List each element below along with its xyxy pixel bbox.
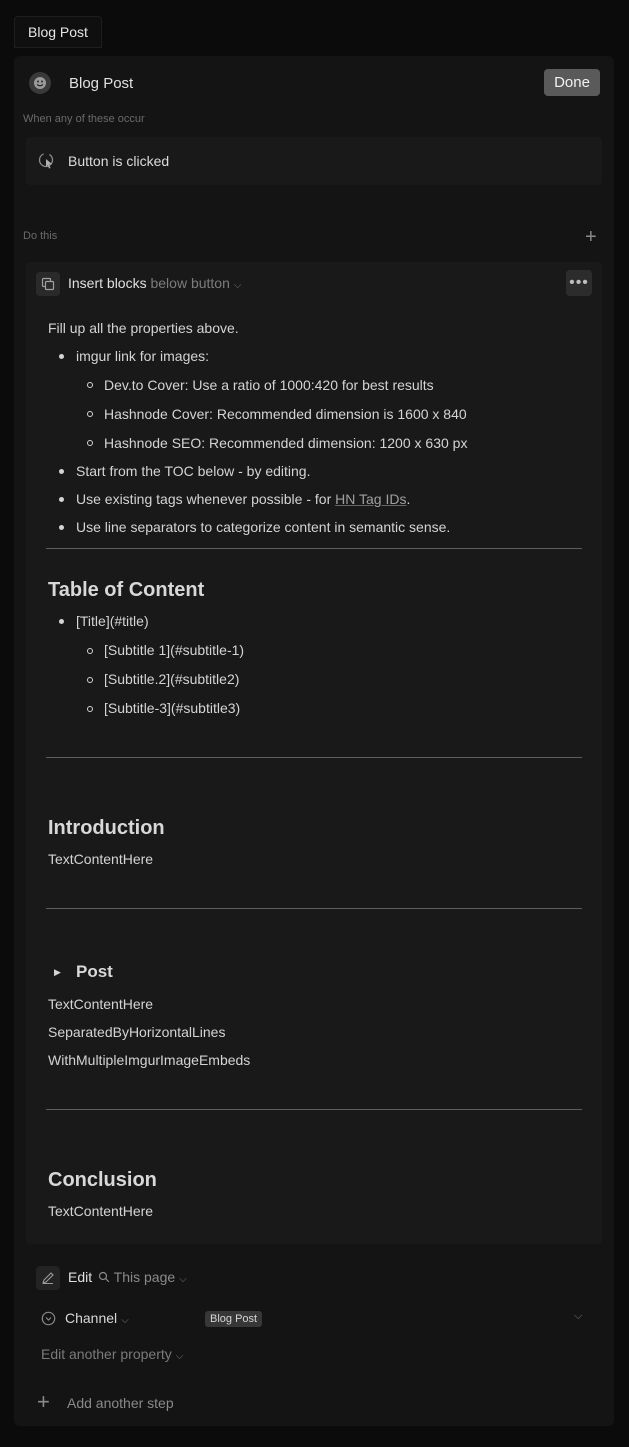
bullet-dot	[59, 619, 64, 624]
bullet-hashnode-seo: Hashnode SEO: Recommended dimension: 120…	[104, 435, 468, 451]
bullet-toc: Start from the TOC below - by editing.	[76, 463, 311, 479]
search-icon	[98, 1271, 110, 1283]
bullet-dot	[59, 469, 64, 474]
bullet-tags-suffix: .	[406, 491, 411, 507]
insert-position-value: below button	[150, 275, 230, 291]
more-options-icon[interactable]: •••	[566, 270, 592, 296]
trigger-button-clicked[interactable]: Button is clicked	[68, 153, 169, 169]
edit-pencil-icon	[36, 1266, 60, 1290]
toggle-triangle-icon[interactable]: ▶	[54, 967, 61, 978]
divider	[46, 908, 582, 909]
bullet-ring	[87, 382, 93, 388]
post-line-3: WithMultipleImgurImageEmbeds	[48, 1052, 251, 1068]
hn-tag-ids-link[interactable]: HN Tag IDs	[335, 491, 406, 507]
edit-action-label: Edit This page ⌵	[68, 1269, 187, 1285]
plus-icon[interactable]: +	[37, 1391, 50, 1413]
toc-subtitle-1: [Subtitle 1](#subtitle-1)	[104, 642, 245, 658]
toc-heading: Table of Content	[48, 579, 205, 601]
bullet-ring	[87, 440, 93, 446]
actions-section-label: Do this	[23, 230, 58, 242]
chevron-down-icon: ⌵	[121, 1315, 129, 1326]
toc-subtitle-3: [Subtitle-3](#subtitle3)	[104, 700, 241, 716]
insert-position-dropdown[interactable]: below button ⌵	[150, 275, 241, 291]
channel-value-tag[interactable]: Blog Post	[205, 1311, 263, 1327]
insert-blocks-label: Insert blocks below button ⌵	[68, 275, 241, 291]
edit-another-property-label: Edit another property	[41, 1346, 172, 1362]
toc-subtitle-2: [Subtitle.2](#subtitle2)	[104, 671, 240, 687]
intro-line: Fill up all the properties above.	[48, 320, 239, 336]
divider	[46, 1109, 582, 1110]
trigger-section-label: When any of these occur	[23, 113, 145, 125]
add-another-step-button[interactable]: Add another step	[67, 1395, 174, 1411]
add-action-icon[interactable]: +	[585, 227, 597, 247]
bullet-ring	[87, 677, 93, 683]
post-line-1: TextContentHere	[48, 996, 154, 1012]
bullet-ring	[87, 411, 93, 417]
bullet-tags: Use existing tags whenever possible - fo…	[76, 491, 410, 507]
bullet-separators: Use line separators to categorize conten…	[76, 519, 451, 535]
automation-title[interactable]: Blog Post	[69, 75, 133, 92]
edit-target-value: This page	[113, 1269, 176, 1285]
bullet-dot	[59, 497, 64, 502]
insert-blocks-title: Insert blocks	[68, 275, 147, 291]
edit-target-dropdown[interactable]: This page ⌵	[98, 1269, 187, 1285]
chevron-down-icon[interactable]: ⌵	[574, 1310, 582, 1323]
bullet-dot	[59, 525, 64, 530]
bullet-devto: Dev.to Cover: Use a ratio of 1000:420 fo…	[104, 377, 434, 393]
bullet-ring	[87, 706, 93, 712]
tab-blog-post[interactable]: Blog Post	[14, 16, 102, 48]
divider	[46, 757, 582, 758]
insert-blocks-icon	[36, 272, 60, 296]
chevron-down-icon: ⌵	[179, 1274, 187, 1285]
channel-label: Channel	[65, 1310, 118, 1326]
cursor-click-icon	[38, 152, 56, 173]
introduction-text: TextContentHere	[48, 851, 154, 867]
bullet-tags-prefix: Use existing tags whenever possible - fo…	[76, 491, 336, 507]
conclusion-heading: Conclusion	[48, 1169, 157, 1191]
bullet-dot	[59, 354, 64, 359]
chevron-down-icon: ⌵	[175, 1351, 184, 1362]
bullet-hashnode-cover: Hashnode Cover: Recommended dimension is…	[104, 406, 467, 422]
post-toggle-heading[interactable]: Post	[76, 962, 113, 982]
divider	[46, 548, 582, 549]
edit-another-property-button[interactable]: Edit another property ⌵	[41, 1346, 183, 1362]
done-button[interactable]: Done	[544, 69, 600, 96]
edit-label: Edit	[68, 1269, 93, 1285]
toc-title: [Title](#title)	[76, 613, 149, 629]
emoji-icon[interactable]	[29, 72, 51, 94]
conclusion-text: TextContentHere	[48, 1203, 154, 1219]
chevron-down-icon: ⌵	[233, 280, 242, 291]
select-property-icon	[41, 1311, 56, 1329]
bullet-imgur: imgur link for images:	[76, 348, 210, 364]
bullet-ring	[87, 648, 93, 654]
channel-property-dropdown[interactable]: Channel ⌵	[65, 1310, 129, 1326]
post-line-2: SeparatedByHorizontalLines	[48, 1024, 226, 1040]
introduction-heading: Introduction	[48, 817, 165, 839]
